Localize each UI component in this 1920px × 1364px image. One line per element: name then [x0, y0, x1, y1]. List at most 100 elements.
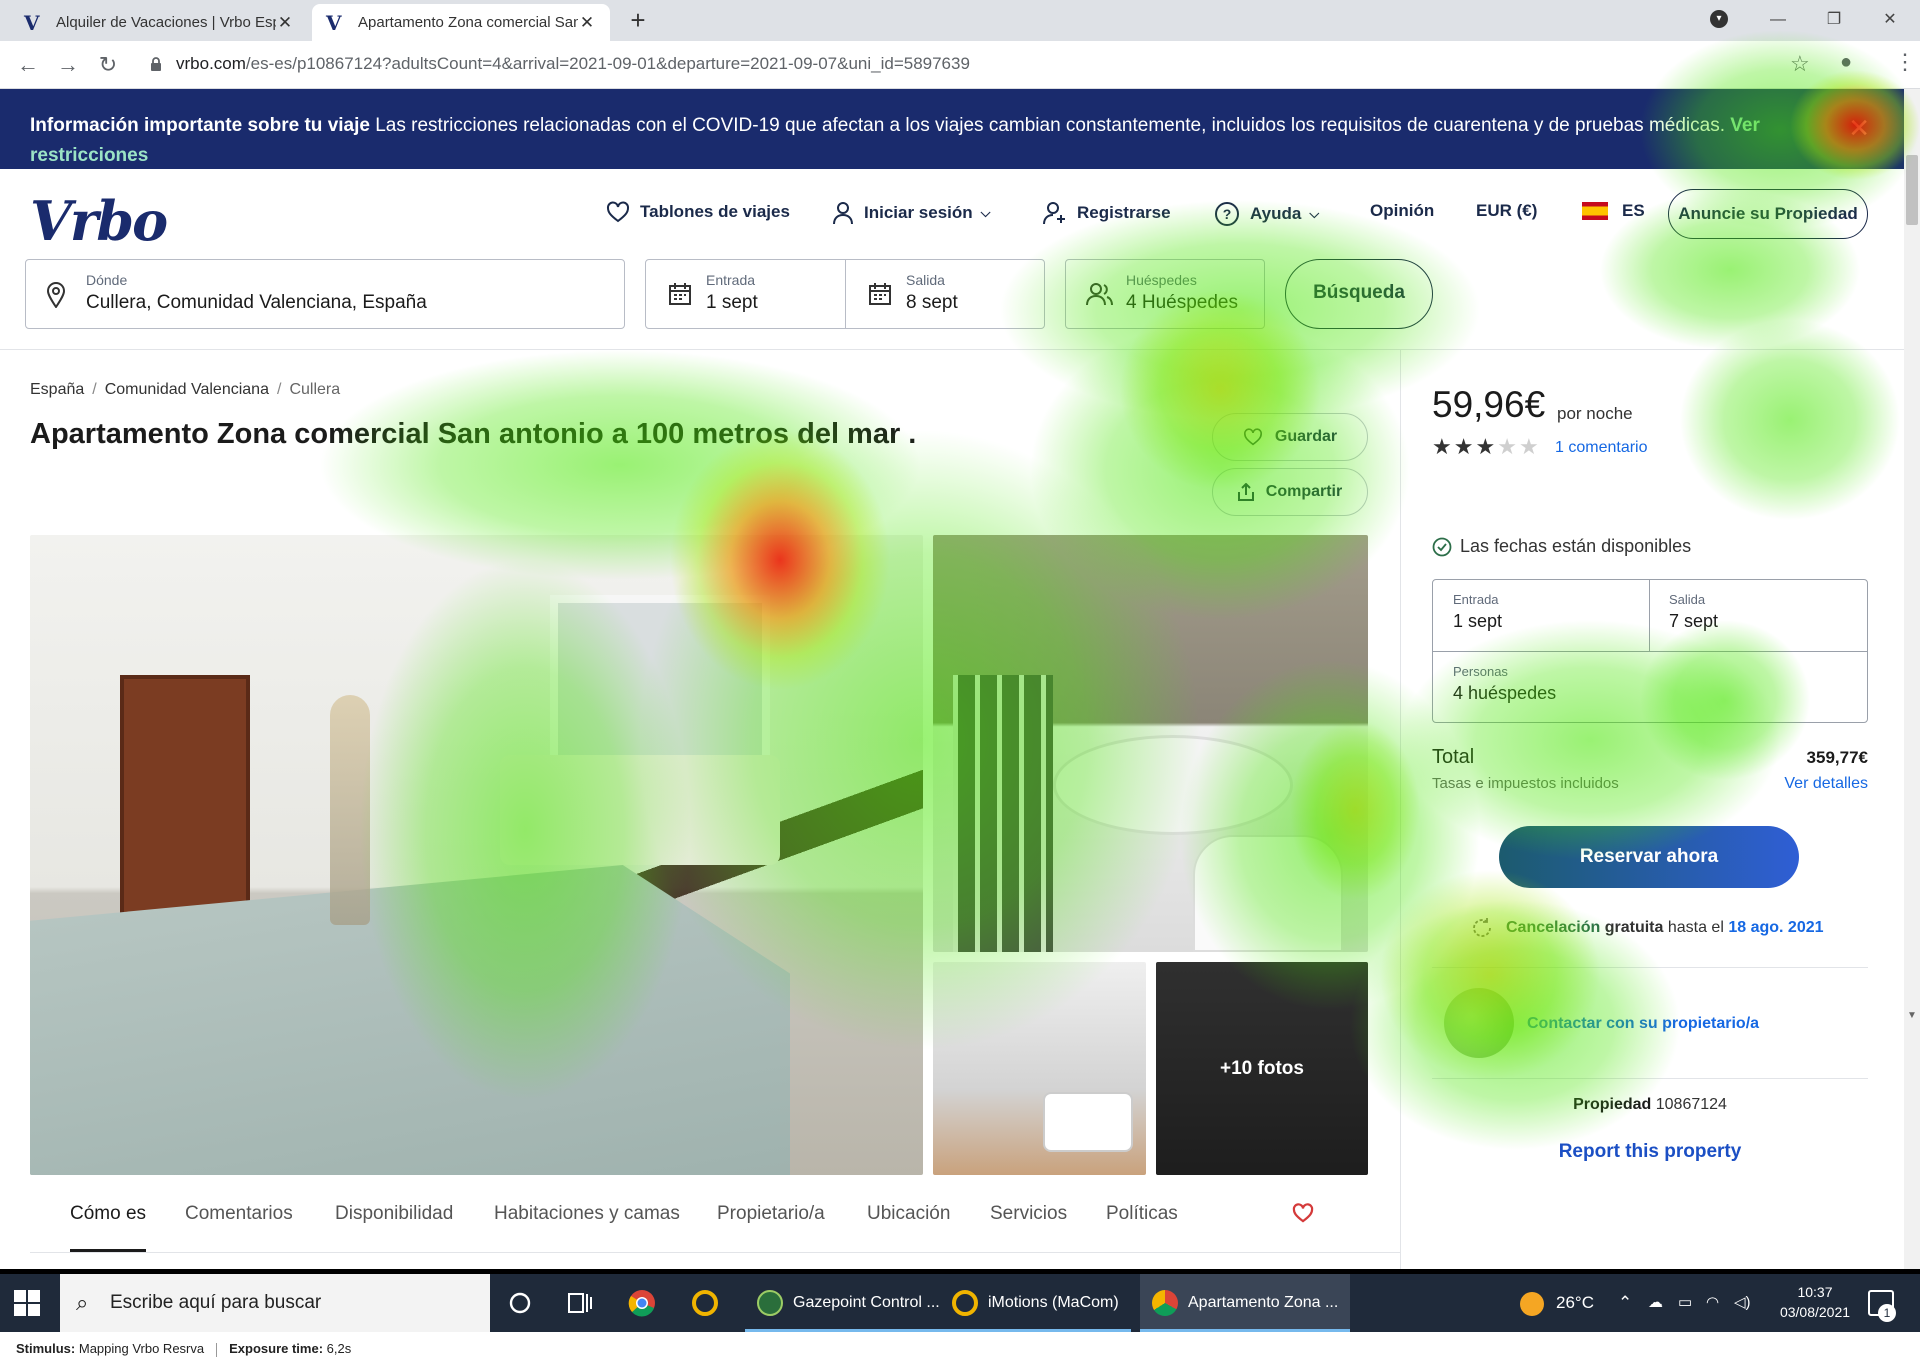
reviews-link[interactable]: 1 comentario [1555, 439, 1648, 457]
star-empty-icon: ★ [1497, 434, 1519, 459]
reload-icon[interactable]: ↻ [94, 51, 122, 79]
language-selector[interactable]: ES [1582, 201, 1645, 221]
terrace-photo[interactable] [933, 535, 1368, 952]
browser-tab-vrbo-home[interactable]: V Alquiler de Vacaciones | Vrbo Esp ✕ [10, 4, 308, 41]
chrome-icon[interactable] [627, 1288, 657, 1318]
price-details-link[interactable]: Ver detalles [1760, 775, 1868, 793]
minimize-button[interactable]: — [1758, 6, 1798, 34]
url-field[interactable]: vrbo.com/es-es/p10867124?adultsCount=4&a… [176, 54, 970, 74]
tab-location[interactable]: Ubicación [867, 1203, 950, 1225]
breadcrumb-item-country[interactable]: España [30, 381, 84, 398]
currency-selector[interactable]: EUR (€) [1476, 201, 1537, 221]
system-clock[interactable]: 10:37 03/08/2021 [1760, 1282, 1870, 1322]
star-icon: ★ [1475, 434, 1498, 459]
network-warning-icon[interactable]: ☁ [1648, 1274, 1663, 1332]
login-menu[interactable]: Iniciar sesión ⌵ [832, 201, 991, 225]
header-divider [0, 349, 1904, 350]
contact-owner-link[interactable]: Contactar con su propietario/a [1527, 1015, 1759, 1033]
windows-start-icon[interactable] [14, 1290, 40, 1316]
nightly-price: 59,96€ [1432, 384, 1546, 425]
tab-policies[interactable]: Políticas [1106, 1203, 1178, 1225]
forward-arrow-icon[interactable]: → [54, 51, 82, 79]
battery-icon[interactable]: ▭ [1678, 1274, 1692, 1332]
imotions-icon[interactable] [690, 1288, 720, 1318]
checkout-field[interactable]: Salida 8 sept [845, 259, 1045, 329]
calendar-icon [669, 283, 691, 305]
close-window-button[interactable]: ✕ [1870, 6, 1910, 34]
heart-icon[interactable] [1292, 1203, 1314, 1223]
calendar-icon [869, 283, 891, 305]
browser-menu-icon[interactable]: ⋮ [1894, 49, 1916, 75]
tab-reviews[interactable]: Comentarios [185, 1203, 293, 1225]
back-arrow-icon[interactable]: ← [14, 51, 42, 79]
tab-title: Alquiler de Vacaciones | Vrbo Esp [56, 14, 276, 31]
register-link[interactable]: Registrarse [1043, 201, 1171, 225]
destination-label: Dónde [86, 272, 128, 288]
browser-tab-listing[interactable]: V Apartamento Zona comercial San ✕ [312, 4, 610, 41]
tab-rooms-beds[interactable]: Habitaciones y camas [494, 1203, 680, 1225]
taskbar-app-chrome[interactable]: Apartamento Zona ... [1140, 1274, 1351, 1332]
vrbo-logo[interactable]: Vrbo [30, 189, 168, 253]
tab-owner[interactable]: Propietario/a [717, 1203, 825, 1225]
owner-avatar [1444, 988, 1514, 1058]
report-property-link[interactable]: Report this property [1432, 1141, 1868, 1163]
volume-icon[interactable]: ◁) [1734, 1274, 1751, 1332]
destination-field[interactable]: Dónde Cullera, Comunidad Valenciana, Esp… [25, 259, 625, 329]
feedback-link[interactable]: Opinión [1370, 201, 1434, 221]
scrollbar-thumb[interactable] [1906, 155, 1918, 225]
star-icon: ★ [1432, 434, 1454, 459]
booking-checkin-value: 1 sept [1453, 611, 1503, 631]
scroll-down-arrow-icon[interactable]: ▼ [1906, 1010, 1918, 1021]
account-icon[interactable]: ● [1840, 51, 1852, 74]
taskbar-app-imotions[interactable]: iMotions (MaCom) [940, 1274, 1131, 1332]
task-view-icon[interactable] [565, 1288, 595, 1318]
guests-label: Huéspedes [1126, 272, 1197, 288]
exposure-label: Exposure time: [229, 1341, 324, 1356]
bookmark-star-icon[interactable]: ☆ [1790, 51, 1810, 77]
site-header: Vrbo Tablones de viajes Iniciar sesión ⌵… [0, 169, 1904, 259]
restore-button[interactable]: ❐ [1814, 6, 1854, 34]
guests-field[interactable]: Huéspedes 4 Huéspedes [1065, 259, 1265, 329]
taskbar-search-input[interactable]: ⌕ Escribe aquí para buscar [60, 1274, 490, 1332]
close-tab-icon[interactable]: ✕ [276, 13, 294, 33]
url-host: vrbo.com [176, 54, 246, 73]
new-tab-button[interactable]: + [624, 6, 652, 34]
booking-guests-field[interactable]: Personas 4 huéspedes [1453, 664, 1556, 704]
svg-text:?: ? [1223, 206, 1232, 222]
bathroom-photo[interactable] [933, 962, 1146, 1175]
tab-availability[interactable]: Disponibilidad [335, 1203, 453, 1225]
close-banner-icon[interactable]: ✕ [1848, 113, 1870, 143]
breadcrumb-item-region[interactable]: Comunidad Valenciana [105, 381, 269, 398]
breadcrumb-item-city[interactable]: Cullera [289, 381, 340, 398]
photo-vase-detail [330, 695, 370, 925]
search-button[interactable]: Búsqueda [1285, 259, 1433, 329]
cortana-icon[interactable] [505, 1288, 535, 1318]
language-label: ES [1622, 201, 1645, 220]
tray-chevron-up-icon[interactable]: ⌃ [1618, 1274, 1632, 1332]
trip-boards-link[interactable]: Tablones de viajes [606, 201, 790, 223]
more-photos-tile[interactable]: +10 fotos [1156, 962, 1368, 1175]
tab-about[interactable]: Cómo es [70, 1203, 146, 1225]
page-scrollbar[interactable] [1904, 89, 1920, 1269]
weather-widget[interactable]: 26°C [1520, 1274, 1594, 1332]
heat-spot [1680, 320, 1900, 520]
save-button[interactable]: Guardar [1212, 413, 1368, 461]
photo-table-detail [1053, 735, 1293, 835]
booking-checkin-field[interactable]: Entrada 1 sept [1453, 592, 1502, 632]
reserve-now-button[interactable]: Reservar ahora [1499, 826, 1799, 888]
windows-taskbar: ⌕ Escribe aquí para buscar Gazepoint Con… [0, 1274, 1920, 1332]
close-tab-icon[interactable]: ✕ [578, 13, 596, 33]
taskbar-app-gazepoint[interactable]: Gazepoint Control ... [745, 1274, 952, 1332]
checkin-field[interactable]: Entrada 1 sept [645, 259, 846, 329]
help-menu[interactable]: ? Ayuda ⌵ [1214, 201, 1319, 227]
total-value: 359,77€ [1806, 748, 1868, 767]
panel-divider [1432, 967, 1868, 968]
advertise-property-button[interactable]: Anuncie su Propiedad [1668, 189, 1868, 239]
profile-icon[interactable]: ▾ [1710, 10, 1728, 28]
tab-amenities[interactable]: Servicios [990, 1203, 1067, 1225]
booking-checkout-field[interactable]: Salida 7 sept [1669, 592, 1718, 632]
share-button[interactable]: Compartir [1212, 468, 1368, 516]
taskbar-app-label: iMotions (MaCom) [988, 1294, 1119, 1311]
wifi-icon[interactable]: ◠ [1706, 1274, 1719, 1332]
main-photo[interactable] [30, 535, 923, 1175]
